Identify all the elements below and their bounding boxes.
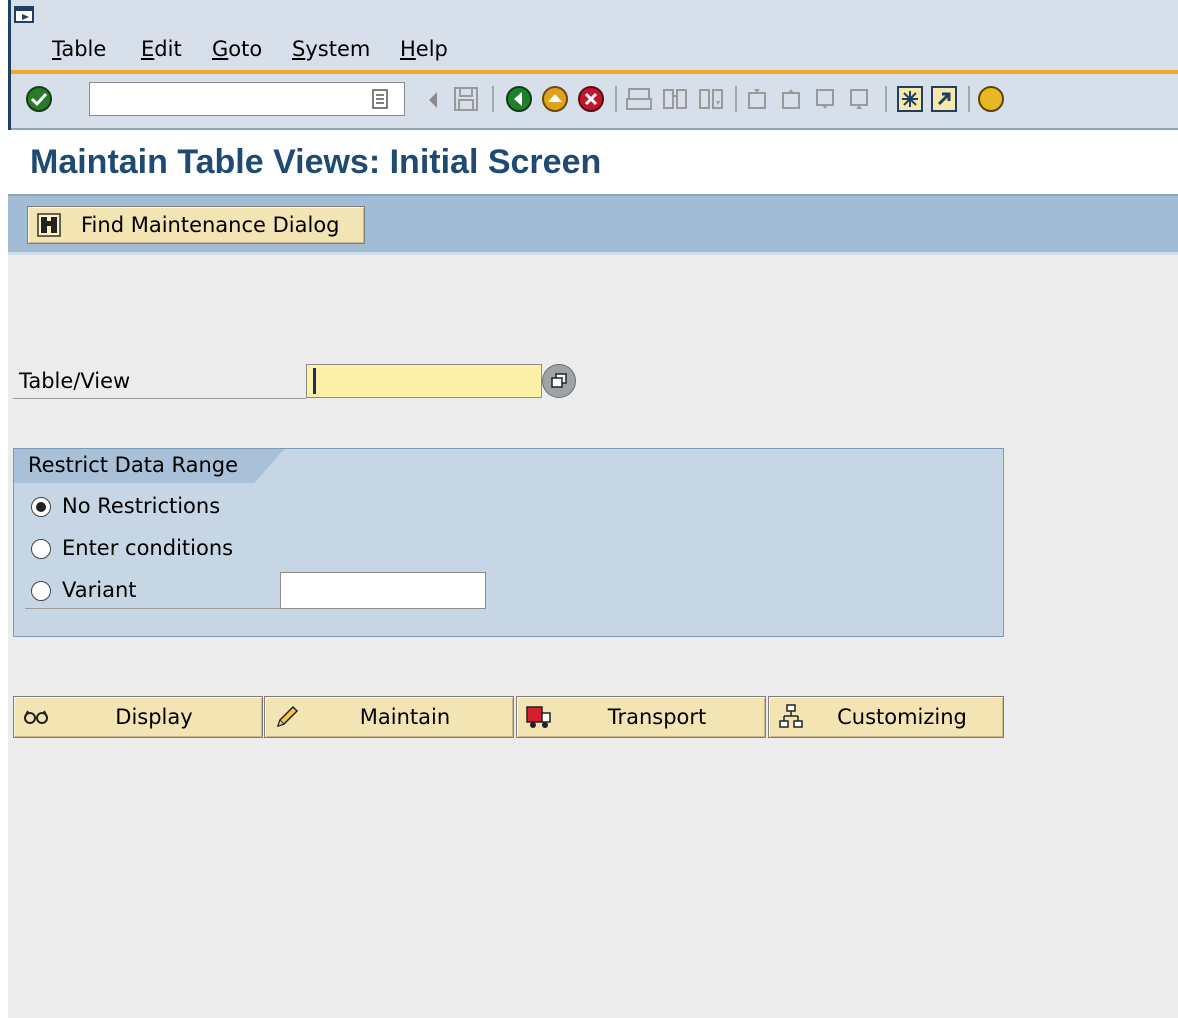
print-icon[interactable] <box>626 87 652 111</box>
variant-input[interactable] <box>280 572 486 609</box>
table-view-label: Table/View <box>19 369 131 393</box>
next-page-icon[interactable] <box>814 87 838 111</box>
radio-variant-label: Variant <box>62 578 137 602</box>
command-history-icon[interactable] <box>371 89 389 109</box>
last-page-icon[interactable] <box>848 87 872 111</box>
find-maintenance-dialog-button[interactable]: Find Maintenance Dialog <box>27 206 365 244</box>
label-underline <box>13 398 306 399</box>
binoculars-icon <box>37 213 61 237</box>
toolbar-separator <box>735 86 737 112</box>
find-next-icon[interactable] <box>698 87 724 111</box>
restrict-data-range-title-tab: Restrict Data Range <box>14 449 284 483</box>
text-cursor <box>313 368 316 394</box>
previous-page-icon[interactable] <box>780 87 804 111</box>
table-view-input[interactable] <box>306 364 542 398</box>
toolbar-separator <box>885 86 887 112</box>
page-title: Maintain Table Views: Initial Screen <box>30 143 602 181</box>
radio-variant[interactable] <box>31 581 51 601</box>
new-session-icon[interactable] <box>897 86 923 112</box>
menu-help[interactable]: Help <box>400 37 448 61</box>
display-button[interactable]: Display <box>13 696 263 738</box>
cancel-icon[interactable] <box>577 85 605 113</box>
display-button-label: Display <box>115 705 193 729</box>
value-help-button[interactable] <box>542 364 576 398</box>
radio-no-restrictions[interactable] <box>31 497 51 517</box>
toolbar-separator <box>615 86 617 112</box>
radio-enter-conditions-label: Enter conditions <box>62 536 234 560</box>
menu-bar: Table Edit Goto System Help <box>11 0 1178 72</box>
customizing-button-label: Customizing <box>837 705 967 729</box>
enter-check-icon[interactable] <box>25 85 53 113</box>
toolbar-separator <box>492 86 494 112</box>
standard-toolbar <box>11 74 1178 130</box>
help-icon[interactable] <box>977 85 1005 113</box>
application-toolbar: Find Maintenance Dialog <box>8 196 1178 255</box>
collapse-left-icon[interactable] <box>426 90 440 110</box>
radio-no-restrictions-label: No Restrictions <box>62 494 221 518</box>
menu-goto[interactable]: Goto <box>212 37 262 61</box>
toolbar-separator <box>968 86 970 112</box>
radio-enter-conditions[interactable] <box>31 539 51 559</box>
maintain-button[interactable]: Maintain <box>264 696 514 738</box>
glasses-icon <box>24 710 48 724</box>
label-underline <box>25 608 281 609</box>
maintain-button-label: Maintain <box>359 705 451 729</box>
hierarchy-icon <box>779 704 803 728</box>
save-icon[interactable] <box>453 86 479 112</box>
value-help-icon <box>551 373 567 388</box>
window-menu-icon[interactable] <box>14 6 36 26</box>
transport-button-label: Transport <box>607 705 707 729</box>
customizing-button[interactable]: Customizing <box>768 696 1004 738</box>
command-field[interactable] <box>89 82 405 116</box>
pencil-icon <box>276 705 299 728</box>
group-title: Restrict Data Range <box>28 453 239 477</box>
first-page-icon[interactable] <box>746 87 770 111</box>
find-icon[interactable] <box>662 87 688 111</box>
back-icon[interactable] <box>505 85 533 113</box>
create-shortcut-icon[interactable] <box>931 86 957 112</box>
transport-button[interactable]: Transport <box>516 696 766 738</box>
title-bar: Maintain Table Views: Initial Screen <box>8 130 1178 196</box>
menu-table[interactable]: Table <box>52 37 106 61</box>
menu-system[interactable]: System <box>292 37 370 61</box>
find-maintenance-dialog-label: Find Maintenance Dialog <box>81 213 340 237</box>
menu-edit[interactable]: Edit <box>141 37 182 61</box>
truck-icon <box>526 706 551 728</box>
window-frame-left <box>0 0 8 1018</box>
exit-icon[interactable] <box>541 85 569 113</box>
